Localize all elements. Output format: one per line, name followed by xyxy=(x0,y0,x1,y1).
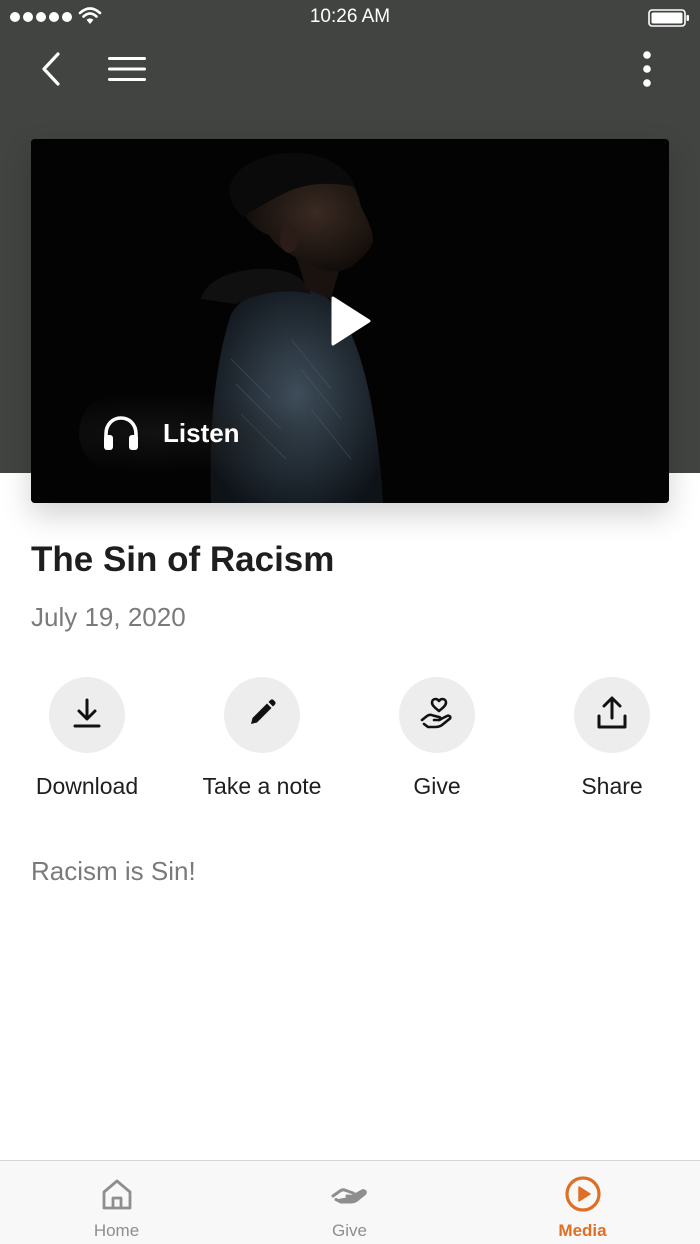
sermon-date: July 19, 2020 xyxy=(31,602,186,632)
tab-give-label: Give xyxy=(332,1221,367,1240)
download-label: Download xyxy=(35,773,139,799)
battery-icon xyxy=(648,9,690,32)
listen-button[interactable]: Listen xyxy=(79,393,329,473)
take-note-label: Take a note xyxy=(202,773,322,799)
give-heart-hand-icon xyxy=(419,696,455,735)
play-icon xyxy=(327,296,373,352)
headphones-icon xyxy=(101,413,141,453)
tab-media[interactable]: Media xyxy=(466,1161,699,1244)
play-circle-icon xyxy=(466,1175,699,1213)
tab-bar: Home Give Media xyxy=(0,1160,700,1244)
menu-button[interactable] xyxy=(104,48,150,94)
sermon-title: The Sin of Racism xyxy=(31,540,335,579)
share-icon-circle xyxy=(574,677,650,753)
more-options-button[interactable] xyxy=(624,48,670,94)
hamburger-icon xyxy=(107,55,147,88)
share-icon xyxy=(596,696,628,735)
give-hand-icon xyxy=(233,1175,466,1213)
more-vertical-icon xyxy=(642,50,652,93)
chevron-left-icon xyxy=(39,51,63,92)
status-time: 10:26 AM xyxy=(309,6,391,27)
share-label: Share xyxy=(581,773,643,799)
home-icon xyxy=(0,1175,233,1213)
media-card: Listen xyxy=(31,139,669,503)
give-action-label: Give xyxy=(413,773,461,799)
back-button[interactable] xyxy=(28,48,74,94)
tab-media-label: Media xyxy=(558,1221,607,1240)
share-button[interactable]: Share xyxy=(537,677,687,800)
download-icon-circle xyxy=(49,677,125,753)
download-icon xyxy=(72,697,102,734)
sermon-description: Racism is Sin! xyxy=(31,856,196,886)
download-button[interactable]: Download xyxy=(12,677,162,800)
pencil-icon xyxy=(247,698,277,733)
take-note-button[interactable]: Take a note xyxy=(187,677,337,800)
tab-give[interactable]: Give xyxy=(233,1161,466,1244)
play-button[interactable] xyxy=(327,294,373,348)
give-icon-circle xyxy=(399,677,475,753)
tab-home-label: Home xyxy=(93,1221,140,1240)
status-bar: 10:26 AM xyxy=(0,0,700,36)
listen-label: Listen xyxy=(163,417,240,448)
take-note-icon-circle xyxy=(224,677,300,753)
tab-home[interactable]: Home xyxy=(0,1161,233,1244)
give-action-button[interactable]: Give xyxy=(362,677,512,800)
